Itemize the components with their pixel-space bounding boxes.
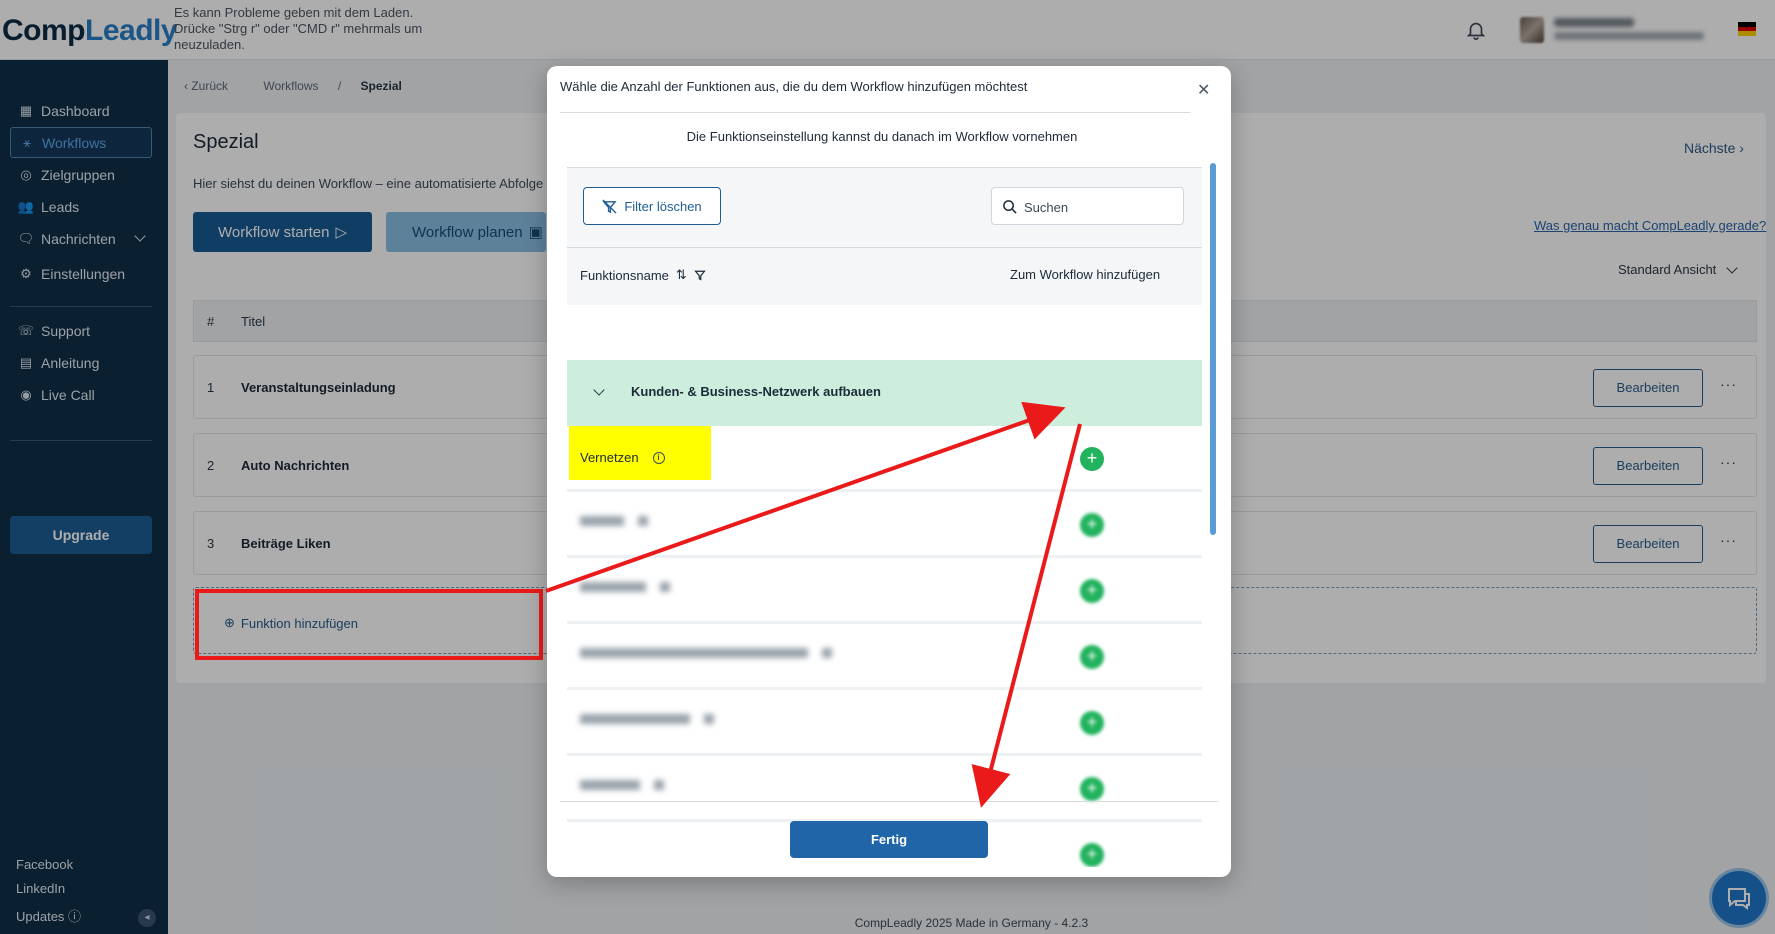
add-function-plus-button[interactable]: + [1080, 447, 1104, 471]
function-row: + [567, 492, 1202, 558]
filter-icon[interactable] [694, 269, 706, 281]
add-function-plus-button[interactable]: + [1080, 645, 1104, 669]
add-function-plus-button[interactable]: + [1080, 777, 1104, 801]
modal-title: Wähle die Anzahl der Funktionen aus, die… [560, 79, 1028, 94]
modal-divider [560, 801, 1218, 802]
close-icon[interactable]: ✕ [1197, 80, 1210, 100]
filter-clear-icon [602, 198, 617, 214]
function-table: Filter löschen Funktionsname ⇅ Zum Workf… [567, 167, 1202, 867]
function-row: + [567, 690, 1202, 756]
function-row: + [567, 624, 1202, 690]
function-row: + [567, 756, 1202, 822]
search-field[interactable] [991, 187, 1184, 225]
table-column-header: Funktionsname ⇅ Zum Workflow hinzufügen [567, 247, 1202, 302]
search-icon [1003, 200, 1017, 214]
done-button[interactable]: Fertig [790, 821, 988, 858]
add-function-plus-button[interactable]: + [1080, 711, 1104, 735]
search-input[interactable] [1024, 197, 1174, 217]
info-icon[interactable]: i [652, 451, 665, 464]
clear-filter-button[interactable]: Filter löschen [583, 187, 721, 225]
annotation-highlight-box [195, 589, 543, 660]
chevron-down-icon [593, 384, 605, 396]
scrollbar[interactable] [1210, 163, 1216, 535]
function-row-vernetzen: Vernetzen i + [567, 426, 1202, 492]
add-function-plus-button[interactable]: + [1080, 843, 1104, 867]
function-group-row[interactable]: Kunden- & Business-Netzwerk aufbauen [567, 360, 1202, 426]
sort-icon[interactable]: ⇅ [676, 267, 687, 283]
add-function-plus-button[interactable]: + [1080, 513, 1104, 537]
function-row: + [567, 558, 1202, 624]
modal-divider [560, 112, 1190, 113]
add-function-modal: Wähle die Anzahl der Funktionen aus, die… [547, 66, 1231, 877]
add-function-plus-button[interactable]: + [1080, 579, 1104, 603]
modal-subtitle: Die Funktionseinstellung kannst du danac… [686, 129, 1078, 144]
